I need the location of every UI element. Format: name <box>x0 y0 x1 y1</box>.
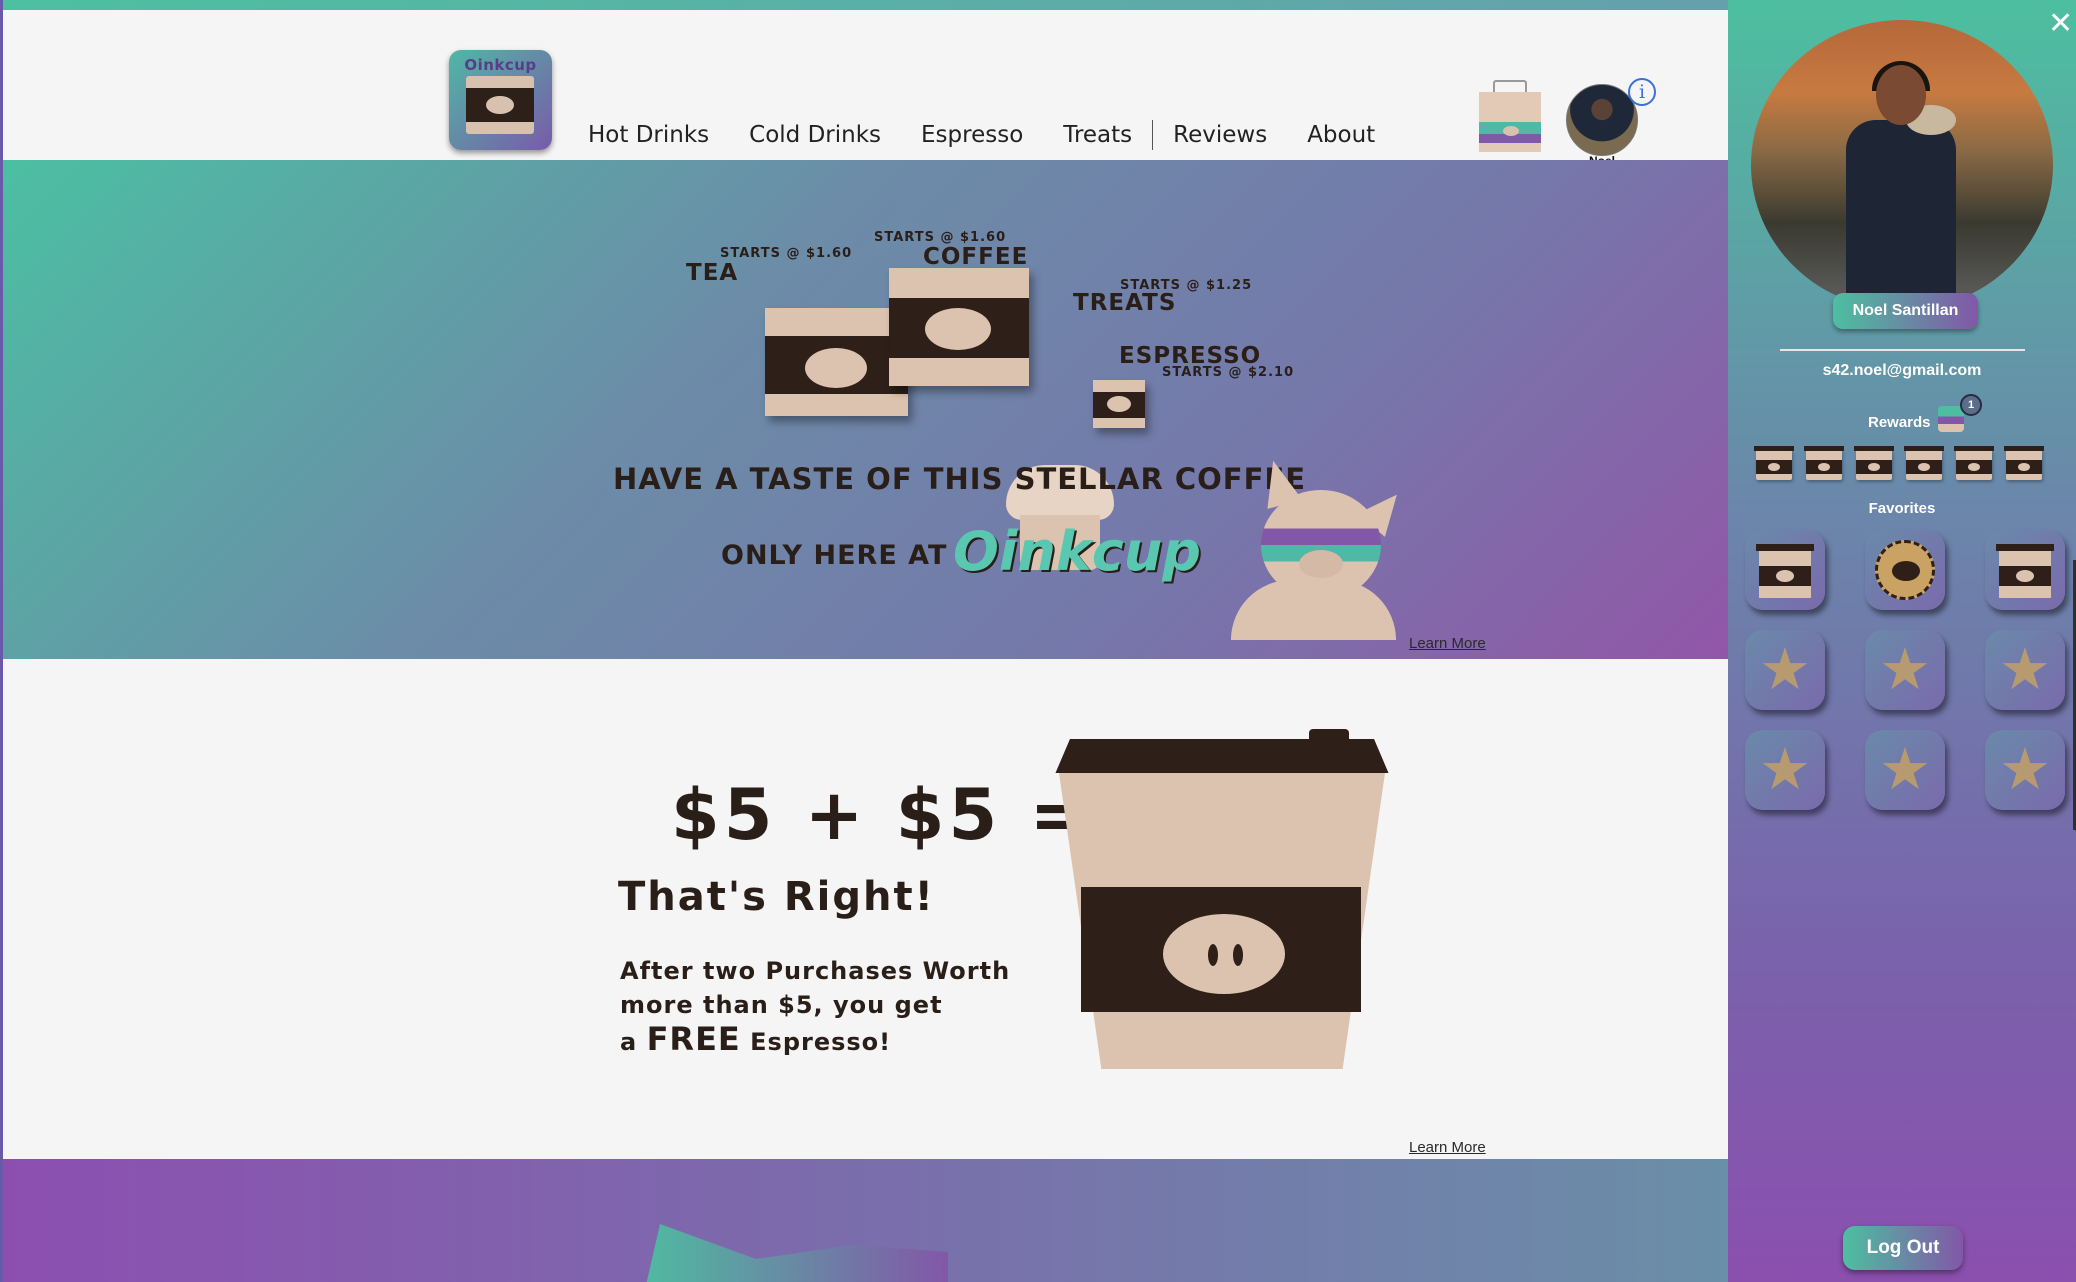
user-avatar[interactable] <box>1566 84 1638 156</box>
nav-treats[interactable]: Treats <box>1043 122 1152 148</box>
profile-sidebar: ✕ Noel Santillan s42.noel@gmail.com Rewa… <box>1728 0 2076 1282</box>
tea-price: Starts @ $1.60 <box>720 246 853 261</box>
coffee-price: Starts @ $1.60 <box>874 230 1007 245</box>
favorite-empty-slot[interactable]: ★ <box>1745 730 1825 810</box>
star-icon: ★ <box>1759 737 1811 802</box>
nav-reviews[interactable]: Reviews <box>1153 122 1287 148</box>
main-content: Oinkcup Hot Drinks Cold Drinks Espresso … <box>3 10 1728 1282</box>
hero-banner: Starts @ $1.60 Tea Starts @ $1.60 Coffee… <box>3 160 1728 659</box>
profile-photo <box>1751 20 2053 310</box>
info-icon[interactable]: i <box>1628 78 1656 106</box>
rewards-cup-icon <box>1938 406 1964 432</box>
section-graphic <box>644 1224 948 1282</box>
star-icon: ★ <box>1879 737 1931 802</box>
nav-about[interactable]: About <box>1287 122 1395 148</box>
close-icon[interactable]: ✕ <box>2048 9 2073 39</box>
reward-stamps <box>1754 446 2044 480</box>
favorite-coffee-cup[interactable] <box>1985 530 2065 610</box>
favorite-empty-slot[interactable]: ★ <box>1985 730 2065 810</box>
profile-divider <box>1780 349 2025 351</box>
cart-bag-icon[interactable] <box>1479 80 1541 152</box>
hero-tagline-line1: Have a taste of this stellar coffee <box>613 462 1307 496</box>
hero-tagline-line2: only here at <box>721 540 948 571</box>
reward-stamp <box>1854 446 1894 480</box>
star-icon: ★ <box>1999 637 2051 702</box>
nav-espresso[interactable]: Espresso <box>901 122 1043 148</box>
favorite-coffee-cup[interactable] <box>1745 530 1825 610</box>
reward-stamp <box>1804 446 1844 480</box>
favorite-empty-slot[interactable]: ★ <box>1865 630 1945 710</box>
reward-stamp <box>1904 446 1944 480</box>
promo-free-text: FREE <box>646 1020 741 1058</box>
espresso-cup-image <box>1093 380 1145 428</box>
star-icon: ★ <box>1879 637 1931 702</box>
promo-body-line2: more than $5, you get <box>620 991 943 1019</box>
promo-equation: $5 + $5 = <box>671 774 1093 856</box>
favorite-empty-slot[interactable]: ★ <box>1865 730 1945 810</box>
logout-button[interactable]: Log Out <box>1843 1226 1963 1270</box>
tea-cup-image <box>765 308 908 416</box>
promo-coffee-cup-image <box>1041 729 1403 1069</box>
promo-learn-more-link[interactable]: Learn More <box>1409 1139 1486 1156</box>
promo-body: After two Purchases Worth more than $5, … <box>620 954 1100 1059</box>
hero-brand-wordmark: Oinkcup <box>953 520 1201 583</box>
promo-body-line3-suffix: Espresso! <box>750 1028 892 1056</box>
promo-heading: That's Right! <box>618 874 935 920</box>
rewards-count-badge: 1 <box>1960 394 1982 416</box>
reward-stamp <box>1954 446 1994 480</box>
nav-hot-drinks[interactable]: Hot Drinks <box>583 122 729 148</box>
next-section <box>3 1159 1728 1282</box>
hero-learn-more-link[interactable]: Learn More <box>1409 635 1486 652</box>
oinkcup-logo[interactable]: Oinkcup <box>449 50 552 150</box>
main-nav: Hot Drinks Cold Drinks Espresso Treats R… <box>583 120 1395 150</box>
promo-body-line3-prefix: a <box>620 1028 638 1056</box>
favorites-label: Favorites <box>1868 500 1936 517</box>
nav-cold-drinks[interactable]: Cold Drinks <box>729 122 901 148</box>
profile-email: s42.noel@gmail.com <box>1822 362 1982 379</box>
tea-label: Tea <box>686 260 739 286</box>
favorite-empty-slot[interactable]: ★ <box>1985 630 2065 710</box>
star-icon: ★ <box>1999 737 2051 802</box>
profile-name: Noel Santillan <box>1833 293 1978 329</box>
treats-label: Treats <box>1073 290 1177 316</box>
coffee-cup-image <box>889 268 1029 386</box>
coffee-label: Coffee <box>923 244 1029 270</box>
favorite-pig-cookie[interactable] <box>1865 530 1945 610</box>
espresso-price: Starts @ $2.10 <box>1162 365 1295 380</box>
reward-stamp <box>1754 446 1794 480</box>
logo-text: Oinkcup <box>464 56 537 74</box>
promo-body-line1: After two Purchases Worth <box>620 957 1011 985</box>
star-icon: ★ <box>1759 637 1811 702</box>
pig-mascot-image <box>1231 456 1411 640</box>
favorite-empty-slot[interactable]: ★ <box>1745 630 1825 710</box>
site-header: Oinkcup Hot Drinks Cold Drinks Espresso … <box>3 10 1728 168</box>
reward-stamp <box>2004 446 2044 480</box>
favorites-grid: ★ ★ ★ ★ ★ ★ <box>1745 530 2065 810</box>
rewards-label: Rewards <box>1868 414 1931 431</box>
promo-section: $5 + $5 = That's Right! After two Purcha… <box>3 659 1728 1159</box>
logo-cup-icon <box>466 76 534 134</box>
